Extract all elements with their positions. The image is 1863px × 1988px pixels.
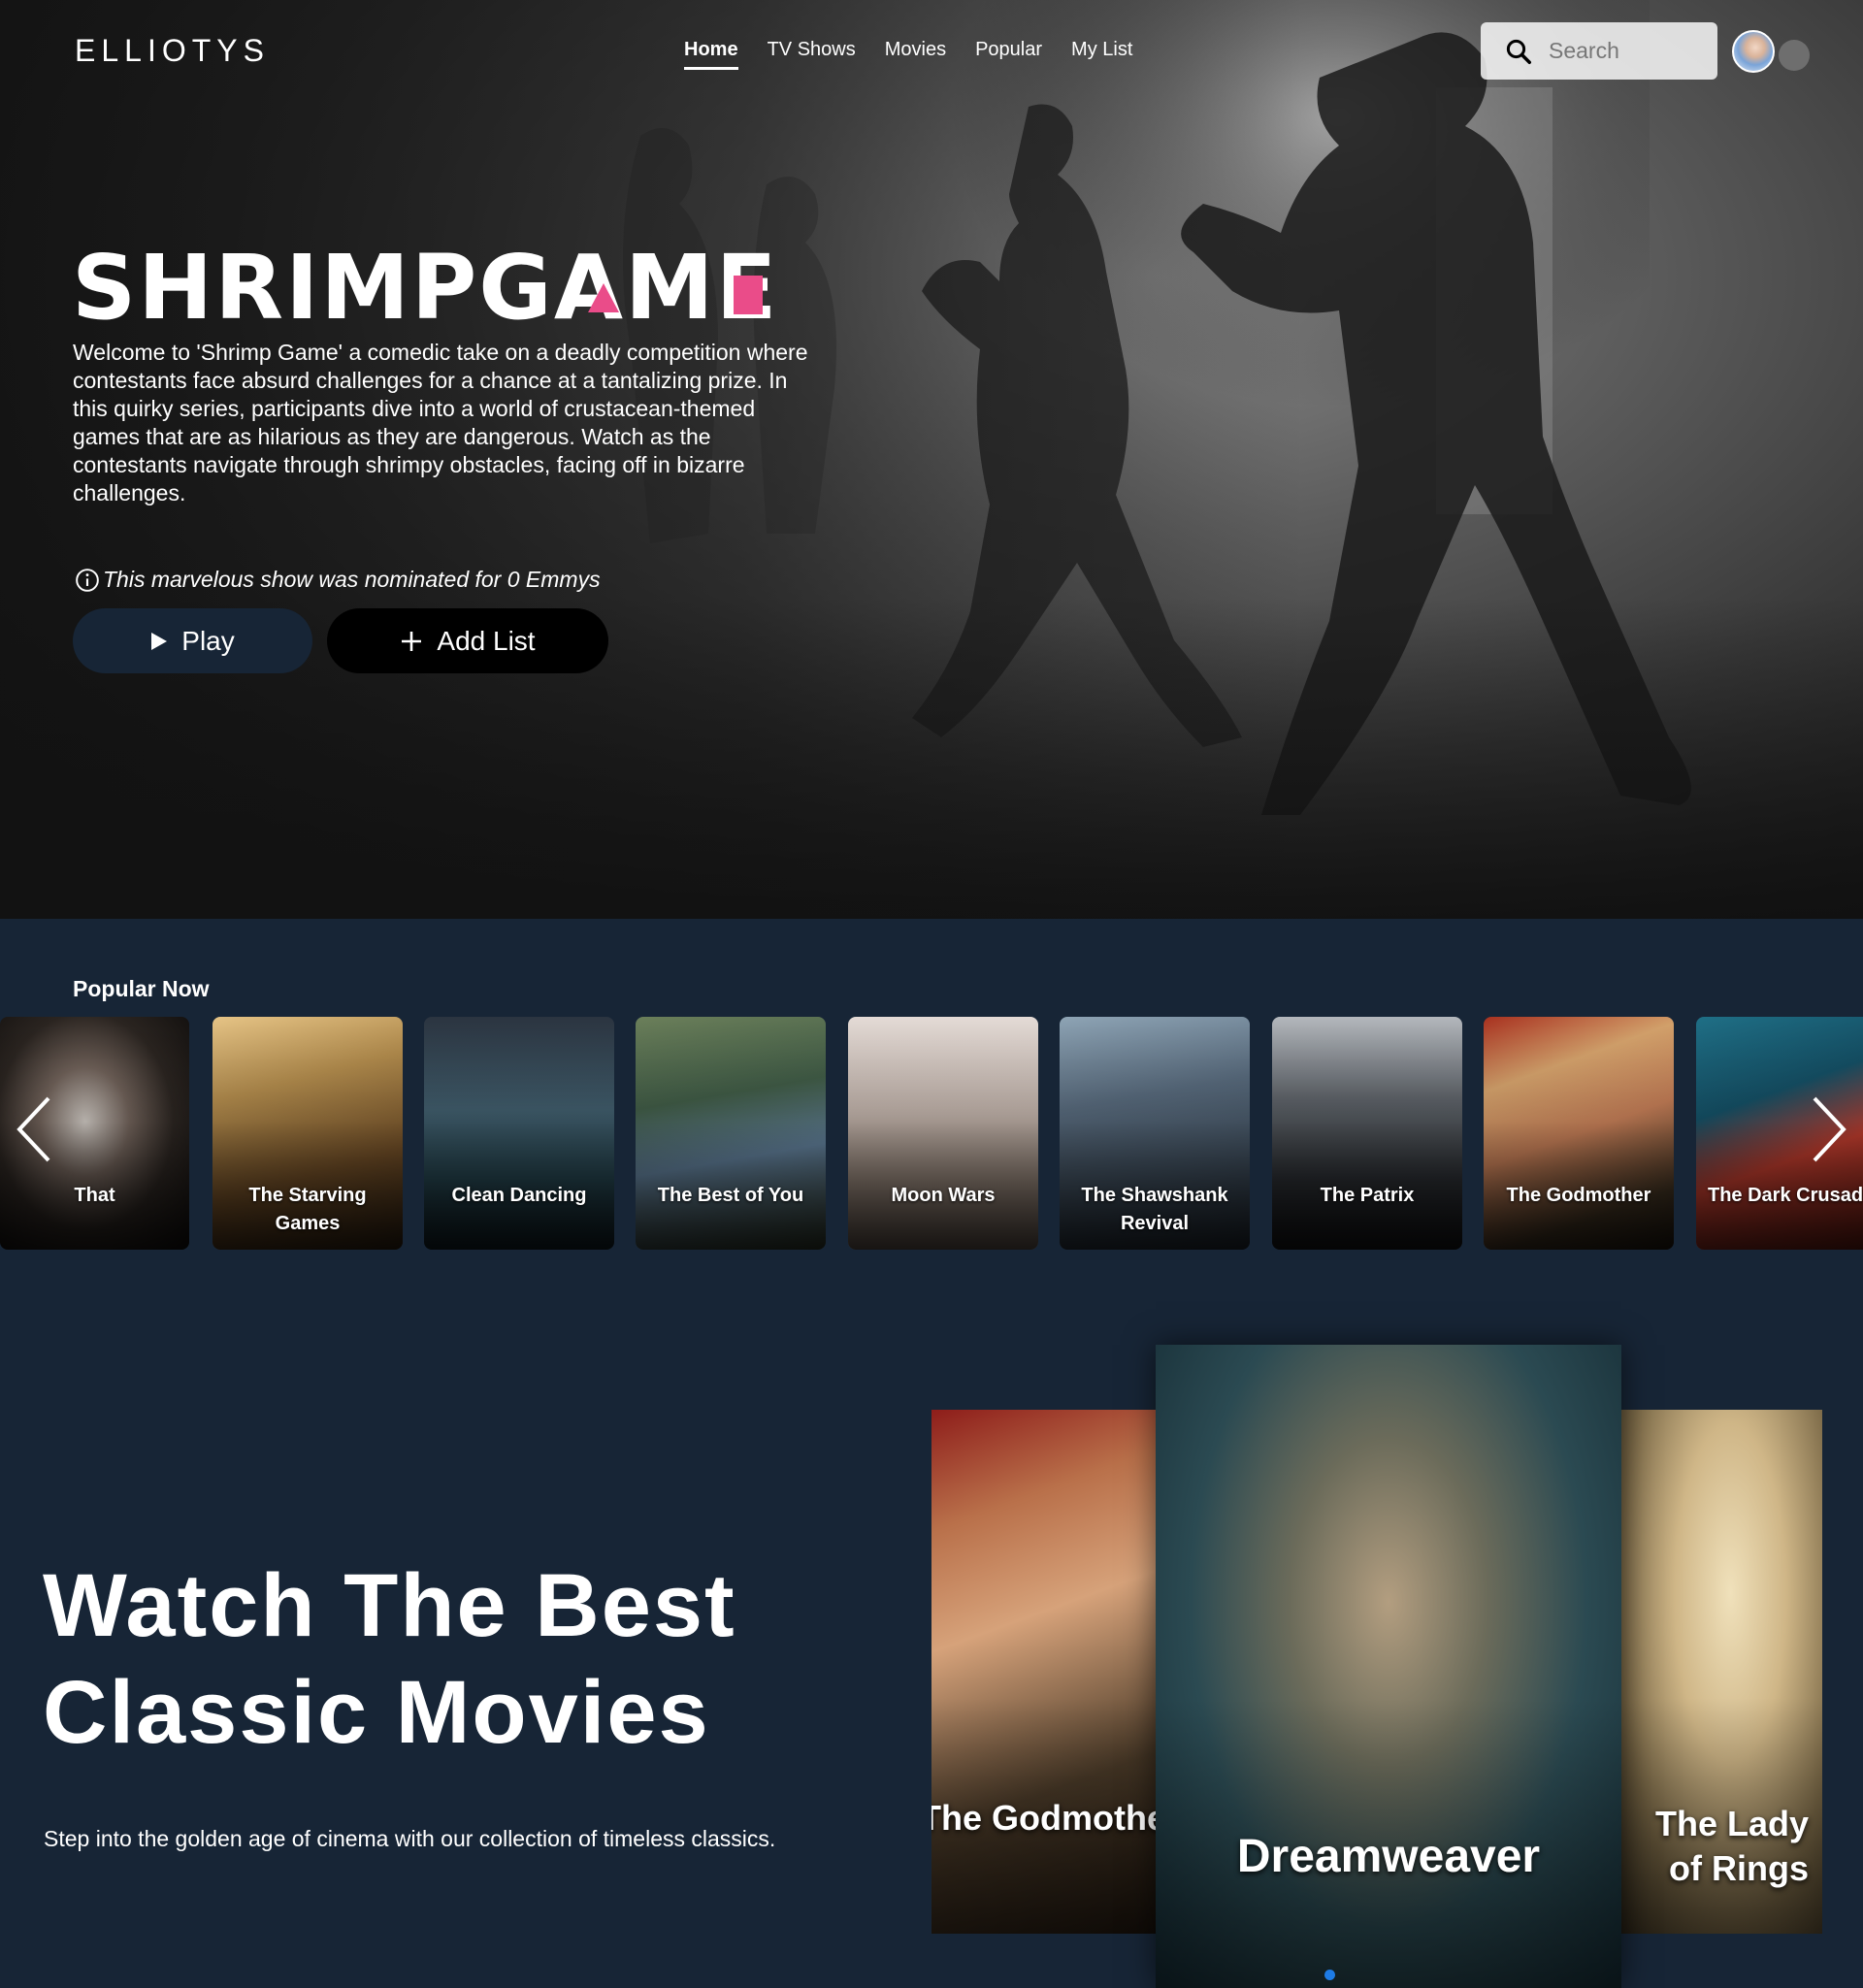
- movie-card-title: Moon Wars: [891, 1185, 996, 1206]
- info-icon: [76, 568, 99, 592]
- popular-now-heading: Popular Now: [73, 976, 210, 1001]
- movie-card[interactable]: The Godmother: [1484, 1017, 1674, 1250]
- movie-card[interactable]: The Best of You: [636, 1017, 826, 1250]
- movie-card-title: The Dark Crusader: [1708, 1185, 1863, 1206]
- hero-banner: ELLIOTYS Home TV Shows Movies Popular My…: [0, 0, 1863, 919]
- classics-heading: Watch The Best Classic Movies: [43, 1552, 897, 1766]
- carousel-next-arrow-icon[interactable]: [1809, 1094, 1847, 1164]
- classic-poster-title: Dreamweaver: [1236, 1831, 1541, 1882]
- classics-heading-line-2: Classic Movies: [43, 1663, 710, 1762]
- classic-poster-featured[interactable]: Dreamweaver: [1156, 1345, 1621, 1988]
- show-title-logo: SHRIMPGAME: [72, 241, 778, 340]
- movie-card[interactable]: The Starving Games: [212, 1017, 403, 1250]
- award-note-text: This marvelous show was nominated for 0 …: [103, 567, 601, 592]
- classics-heading-line-1: Watch The Best: [43, 1556, 736, 1655]
- movie-card[interactable]: The Patrix: [1272, 1017, 1462, 1250]
- square-icon: [734, 276, 763, 314]
- movie-card[interactable]: The Shawshank Revival: [1060, 1017, 1250, 1250]
- carousel-active-dot[interactable]: [1324, 1970, 1335, 1980]
- movie-card-title: Clean Dancing: [451, 1185, 587, 1206]
- movie-card[interactable]: Clean Dancing: [424, 1017, 614, 1250]
- nav-link-movies[interactable]: Movies: [885, 39, 946, 70]
- movie-card-title: The Patrix: [1320, 1185, 1415, 1206]
- play-button-label: Play: [181, 625, 235, 656]
- popular-carousel: That The Starving Games Clean Dancing Th…: [0, 1017, 1863, 1250]
- search-box[interactable]: [1481, 22, 1717, 80]
- classic-poster-title: The Godmother: [932, 1798, 1160, 1838]
- classic-poster-left[interactable]: The Godmother: [932, 1410, 1160, 1934]
- play-button[interactable]: Play: [73, 608, 312, 673]
- search-icon[interactable]: [1504, 37, 1533, 66]
- movie-card-title: The Godmother: [1506, 1185, 1651, 1206]
- nav-link-tv-shows[interactable]: TV Shows: [768, 39, 856, 70]
- movie-card-title: That: [74, 1185, 115, 1206]
- nav-link-popular[interactable]: Popular: [975, 39, 1042, 70]
- award-note: This marvelous show was nominated for 0 …: [75, 567, 601, 593]
- movie-card-title: The Shawshank Revival: [1081, 1185, 1228, 1234]
- user-avatar[interactable]: [1732, 30, 1775, 73]
- play-icon: [150, 632, 168, 651]
- profile-menu-indicator[interactable]: [1779, 40, 1810, 71]
- top-navigation: ELLIOTYS Home TV Shows Movies Popular My…: [0, 0, 1863, 102]
- classic-poster-title: The Lady of Rings: [1654, 1804, 1809, 1888]
- movie-card-title: The Starving Games: [248, 1185, 367, 1234]
- plus-icon: [400, 630, 423, 653]
- add-list-button-label: Add List: [437, 625, 536, 656]
- movie-card[interactable]: Moon Wars: [848, 1017, 1038, 1250]
- add-to-list-button[interactable]: Add List: [327, 608, 608, 673]
- site-logo[interactable]: ELLIOTYS: [75, 33, 270, 69]
- classic-poster-right[interactable]: The Lady of Rings: [1618, 1410, 1822, 1934]
- show-title-text: SHRIMPGAME: [72, 241, 778, 340]
- show-description: Welcome to 'Shrimp Game' a comedic take …: [73, 340, 808, 505]
- search-input[interactable]: [1549, 38, 1704, 64]
- nav-link-my-list[interactable]: My List: [1071, 39, 1132, 70]
- nav-link-home[interactable]: Home: [684, 39, 738, 70]
- classics-subtitle: Step into the golden age of cinema with …: [44, 1826, 776, 1851]
- carousel-prev-arrow-icon[interactable]: [16, 1094, 54, 1164]
- movie-card-title: The Best of You: [657, 1185, 804, 1206]
- nav-links: Home TV Shows Movies Popular My List: [684, 39, 1161, 70]
